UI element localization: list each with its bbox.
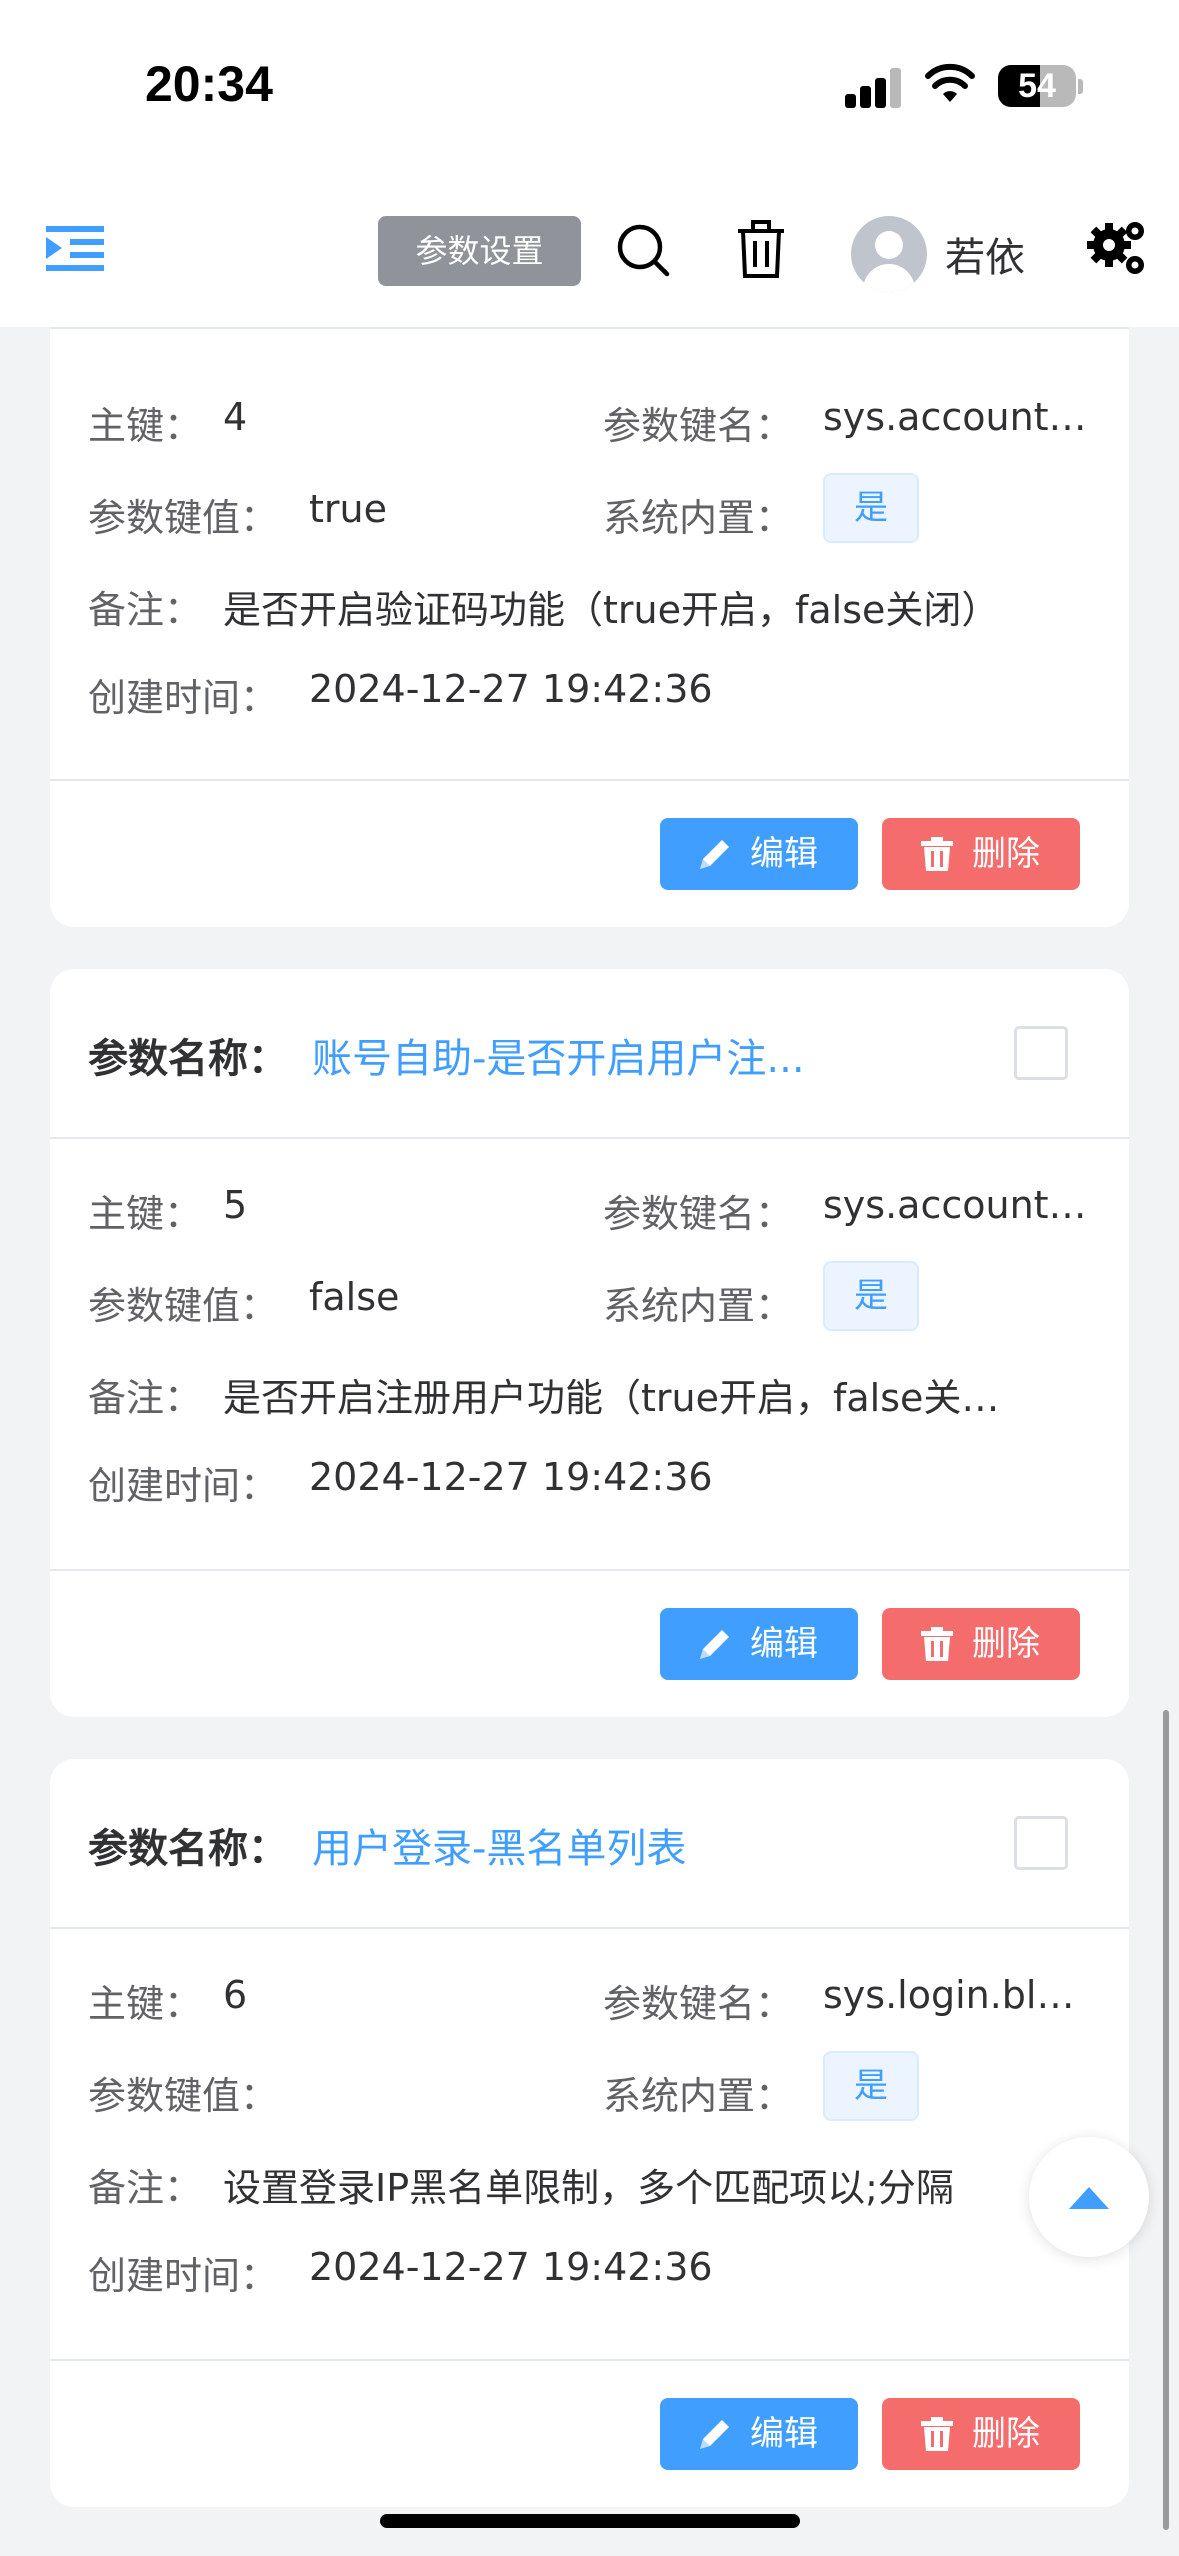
config-card: 主键： 4 参数键名： sys.account… 参数键值： true 系统内置…: [50, 327, 1129, 927]
back-to-top-button[interactable]: [1029, 2137, 1149, 2257]
card-footer: 编辑 删除: [50, 1569, 1129, 1715]
pencil-icon: [700, 1630, 729, 1659]
card-header: 参数名称： 用户登录-黑名单列表: [50, 1759, 1129, 1929]
battery-tip: [1078, 79, 1083, 94]
search-icon[interactable]: [615, 222, 671, 278]
status-bar: 20:34 54: [0, 0, 1179, 175]
created-label: 创建时间：: [88, 2254, 279, 2298]
builtin-label: 系统内置：: [603, 496, 794, 540]
wifi-icon: [925, 63, 975, 102]
name-label: 参数名称：: [88, 1036, 288, 1082]
edit-button-label: 编辑: [750, 2414, 818, 2454]
edit-button-label: 编辑: [750, 834, 818, 874]
created-label: 创建时间：: [88, 676, 279, 720]
remark-value: 设置登录IP黑名单限制，多个匹配项以;分隔: [223, 2166, 954, 2210]
card-footer: 编辑 删除: [50, 779, 1129, 925]
key-value: sys.login.bl…: [823, 1973, 1075, 2017]
builtin-label: 系统内置：: [603, 2074, 794, 2118]
card-footer: 编辑 删除: [50, 2359, 1129, 2505]
avatar[interactable]: [851, 216, 927, 292]
created-value: 2024-12-27 19:42:36: [309, 2245, 713, 2289]
remark-label: 备注：: [88, 1376, 203, 1420]
card-header: 参数名称： 账号自助-是否开启用户注...: [50, 969, 1129, 1139]
username[interactable]: 若依: [945, 225, 1025, 283]
card-body: 主键： 4 参数键名： sys.account… 参数键值： true 系统内置…: [50, 327, 1129, 779]
status-time: 20:34: [145, 56, 273, 112]
created-value: 2024-12-27 19:42:36: [309, 1455, 713, 1499]
trash-icon[interactable]: [736, 219, 786, 279]
edit-button-label: 编辑: [750, 1624, 818, 1664]
value-label: 参数键值：: [88, 1284, 279, 1328]
pencil-icon: [700, 2420, 729, 2449]
config-card: 参数名称： 账号自助-是否开启用户注... 主键： 5 参数键名： sys.ac…: [50, 969, 1129, 1717]
id-label: 主键：: [88, 1192, 203, 1236]
home-indicator[interactable]: [380, 2514, 800, 2528]
builtin-label: 系统内置：: [603, 1284, 794, 1328]
select-checkbox[interactable]: [1014, 1816, 1068, 1870]
pencil-icon: [700, 840, 729, 869]
navbar: 参数设置 若依: [0, 175, 1179, 327]
trash-icon: [921, 837, 953, 871]
config-card: 参数名称： 用户登录-黑名单列表 主键： 6 参数键名： sys.login.b…: [50, 1759, 1129, 2507]
remark-label: 备注：: [88, 588, 203, 632]
delete-button[interactable]: 删除: [882, 2398, 1080, 2470]
key-label: 参数键名：: [603, 404, 794, 448]
delete-button[interactable]: 删除: [882, 818, 1080, 890]
id-value: 6: [223, 1973, 248, 2017]
edit-button[interactable]: 编辑: [660, 2398, 858, 2470]
delete-button-label: 删除: [972, 834, 1040, 874]
gear-icon[interactable]: [1085, 217, 1149, 281]
name-label: 参数名称：: [88, 1826, 288, 1872]
arrow-up-icon: [1069, 2187, 1109, 2209]
value-label: 参数键值：: [88, 2074, 279, 2118]
value-value: true: [309, 487, 387, 531]
remark-label: 备注：: [88, 2166, 203, 2210]
builtin-tag: 是: [823, 1261, 919, 1331]
id-label: 主键：: [88, 1982, 203, 2026]
cellular-signal-icon: [845, 68, 903, 108]
created-value: 2024-12-27 19:42:36: [309, 667, 713, 711]
trash-icon: [921, 2417, 953, 2451]
key-value: sys.account…: [823, 1183, 1087, 1227]
remark-value: 是否开启注册用户功能（true开启，false关…: [223, 1376, 1000, 1420]
value-value: false: [309, 1275, 400, 1319]
page-title: 参数设置: [378, 216, 581, 286]
key-label: 参数键名：: [603, 1192, 794, 1236]
delete-button[interactable]: 删除: [882, 1608, 1080, 1680]
card-body: 主键： 5 参数键名： sys.account… 参数键值： false 系统内…: [50, 1139, 1129, 1569]
builtin-tag: 是: [823, 473, 919, 543]
name-value[interactable]: 用户登录-黑名单列表: [312, 1816, 686, 1874]
card-body: 主键： 6 参数键名： sys.login.bl… 参数键值： 系统内置： 是 …: [50, 1929, 1129, 2359]
menu-fold-icon[interactable]: [46, 222, 104, 278]
created-label: 创建时间：: [88, 1464, 279, 1508]
id-value: 5: [223, 1183, 248, 1227]
scrollbar[interactable]: [1163, 1710, 1169, 2530]
select-checkbox[interactable]: [1014, 1026, 1068, 1080]
battery-icon: 54: [998, 65, 1076, 107]
edit-button[interactable]: 编辑: [660, 1608, 858, 1680]
key-value: sys.account…: [823, 395, 1087, 439]
edit-button[interactable]: 编辑: [660, 818, 858, 890]
value-label: 参数键值：: [88, 496, 279, 540]
delete-button-label: 删除: [972, 1624, 1040, 1664]
name-value[interactable]: 账号自助-是否开启用户注...: [312, 1026, 805, 1084]
battery-level: 54: [1018, 67, 1056, 105]
builtin-tag: 是: [823, 2051, 919, 2121]
delete-button-label: 删除: [972, 2414, 1040, 2454]
trash-icon: [921, 1627, 953, 1661]
remark-value: 是否开启验证码功能（true开启，false关闭）: [223, 588, 1000, 632]
id-value: 4: [223, 395, 248, 439]
id-label: 主键：: [88, 404, 203, 448]
key-label: 参数键名：: [603, 1982, 794, 2026]
